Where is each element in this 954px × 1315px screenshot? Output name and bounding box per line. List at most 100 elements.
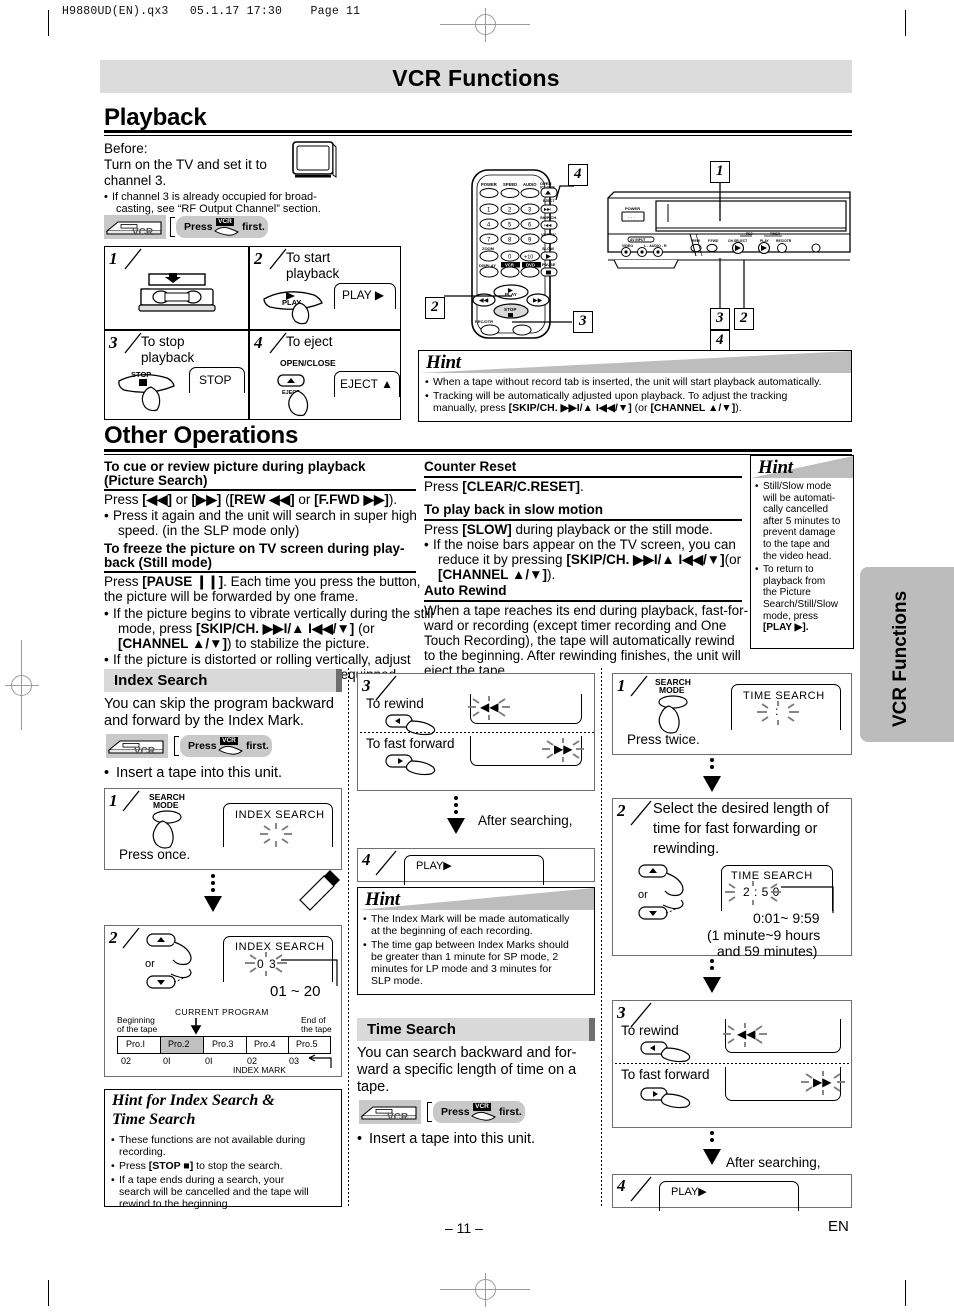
ih2b: be greater than 1 minute for SP mode, 2 xyxy=(371,951,559,963)
svg-text:L - AUDIO - R: L - AUDIO - R xyxy=(644,244,667,248)
ih2d: SLP mode. xyxy=(371,975,423,987)
step-caption-l2: playback xyxy=(141,350,195,365)
auto-rewind-heading: Auto Rewind xyxy=(424,583,507,598)
chapter-banner: VCR Functions xyxy=(100,60,852,93)
step-number: 3 xyxy=(362,676,371,695)
time-search-title: Time Search xyxy=(367,1021,456,1038)
sm-bullet1-l2: mode, press [SKIP/CH. ▶▶I/▲ I◀◀/▼] (or xyxy=(118,621,375,637)
index-mark-value: 0I xyxy=(163,1056,171,1066)
playback-callout-remote-2: 2 xyxy=(425,297,445,319)
step-slash xyxy=(122,927,140,949)
step-slash xyxy=(122,790,140,812)
playback-before-line1: Turn on the TV and set it to xyxy=(104,157,267,172)
playback-step-1: 1 xyxy=(104,246,249,330)
hint-item: Still/Slow mode will be automati- cally … xyxy=(755,481,851,562)
ps-bullet-l1: Press it again and the unit will search … xyxy=(113,508,417,523)
press-label: Press xyxy=(188,740,217,752)
rewind-button-illustration xyxy=(640,1041,691,1063)
or-label: or xyxy=(638,889,648,901)
callout-number: 2 xyxy=(740,310,748,326)
step-number: 4 xyxy=(362,850,371,869)
playback-before-bullet-marker: • xyxy=(104,191,108,203)
step-slash xyxy=(630,675,648,697)
crop-mark-tl xyxy=(48,10,49,36)
svg-text:POWER: POWER xyxy=(481,182,497,187)
crop-mark-tr xyxy=(905,10,906,36)
side-tab-label: VCR Functions xyxy=(890,590,911,727)
flow-arrow-index-1 xyxy=(204,896,222,912)
crop-mark-br xyxy=(905,1280,906,1306)
it3a: If a tape ends during a search, your xyxy=(119,1174,285,1186)
playback-hint-box: Hint When a tape without record tab is i… xyxy=(418,350,852,422)
program-label: Pro.2 xyxy=(168,1039,190,1049)
display-text: INDEX SEARCH xyxy=(235,809,325,821)
h2b: playback from xyxy=(763,575,826,587)
h1b: will be automati- xyxy=(763,492,836,504)
it3b: search will be cancelled and the tape wi… xyxy=(119,1186,309,1198)
it2c: to stop the search. xyxy=(193,1160,283,1172)
chapter-banner-title: VCR Functions xyxy=(392,65,560,91)
sl-c: during playback or the still mode. xyxy=(511,522,713,537)
hint-title-l2: Time Search xyxy=(112,1111,196,1128)
sl-bullet-marker: • xyxy=(424,537,429,552)
blink-icon xyxy=(468,696,510,720)
ih1b: at the beginning of each recording. xyxy=(371,925,533,937)
play-indicator: PLAY▶ xyxy=(671,1186,707,1198)
sl-e: [SKIP/CH. ▶▶I/▲ I◀◀/▼] xyxy=(566,552,725,567)
index-search-intro-l2: and forward by the Index Mark. xyxy=(104,713,304,729)
ps-a: Press xyxy=(104,492,143,507)
badge-bracket xyxy=(427,1102,432,1122)
time-search-step-4: 4 PLAY▶ xyxy=(612,1174,852,1211)
step-number: 2 xyxy=(109,928,118,947)
file-header: H9880UD(EN).qx3 05.1.17 17:30 Page 11 xyxy=(62,5,361,18)
hint-title: Hint xyxy=(426,352,461,373)
h1a: Still/Slow mode xyxy=(763,481,832,492)
picture-search-underline xyxy=(104,489,416,491)
it2a: Press xyxy=(119,1160,149,1172)
step2-caption-l1: Select the desired length of xyxy=(653,801,829,817)
manual-page: H9880UD(EN).qx3 05.1.17 17:30 Page 11 VC… xyxy=(0,0,954,1315)
hint-item: If a tape ends during a search, your sea… xyxy=(111,1174,337,1210)
step-number: 1 xyxy=(109,791,118,810)
index-search-header: Index Search xyxy=(104,669,342,692)
time-range-note-l2: and 59 minutes) xyxy=(717,943,818,959)
step-caption: Press twice. xyxy=(627,732,700,747)
time-insert-bullet: • xyxy=(357,1131,363,1147)
index-insert-note: Insert a tape into this unit. xyxy=(116,765,283,781)
playback-callout-remote-4: 4 xyxy=(568,164,588,186)
step-display-text: PLAY ▶ xyxy=(342,288,385,302)
step-divider xyxy=(615,1063,851,1064)
svg-text:STOP: STOP xyxy=(131,370,151,379)
h1e: prevent damage xyxy=(763,527,836,539)
sm-bullet1-l3: [CHANNEL ▲/▼]) to stabilize the picture. xyxy=(118,636,370,652)
h2e: mode, press xyxy=(763,610,819,622)
hint-item-key1: [SKIP/CH. ▶▶I/▲ I◀◀/▼] xyxy=(508,402,632,414)
registration-mark-left xyxy=(5,640,39,730)
step2-caption-l2: time for fast forwarding or xyxy=(653,821,818,837)
current-program-arrow xyxy=(190,1018,202,1035)
h1g: the video head. xyxy=(763,550,832,562)
sm-a: Press xyxy=(104,574,143,589)
still-mode-underline xyxy=(104,571,416,573)
hint-item: These functions are not available during… xyxy=(111,1134,337,1158)
time-range: 0:01~ 9:59 xyxy=(753,910,820,926)
hint-item-line2e: ). xyxy=(735,402,742,414)
program-strip: Pro.I Pro.2 Pro.3 Pro.4 Pro.5 xyxy=(117,1036,331,1054)
vcr-device-icon: VCR xyxy=(359,1100,421,1124)
hint-body: These functions are not available during… xyxy=(111,1134,337,1212)
first-label: first. xyxy=(499,1106,522,1118)
sl-b: [SLOW] xyxy=(462,522,512,537)
svg-text:REC: REC xyxy=(746,232,753,236)
step-number: 1 xyxy=(617,676,626,695)
svg-text:···: ··· xyxy=(628,215,636,221)
index-mark-value: 03 xyxy=(289,1056,300,1066)
index-time-hint-box: Hint for Index Search & Time Search Thes… xyxy=(104,1089,342,1210)
counter-reset-body: Press [CLEAR/C.RESET]. xyxy=(424,479,584,495)
step-number: 3 xyxy=(617,1003,626,1022)
h1c: cally cancelled xyxy=(763,504,829,516)
step-number: 4 xyxy=(254,333,263,352)
callout-number: 1 xyxy=(716,163,724,179)
press-vcr-first-badge-time: Press VCR first. xyxy=(427,1101,525,1123)
page-number: – 11 – xyxy=(445,1220,483,1236)
side-tab-vcr-functions: VCR Functions xyxy=(860,567,954,742)
